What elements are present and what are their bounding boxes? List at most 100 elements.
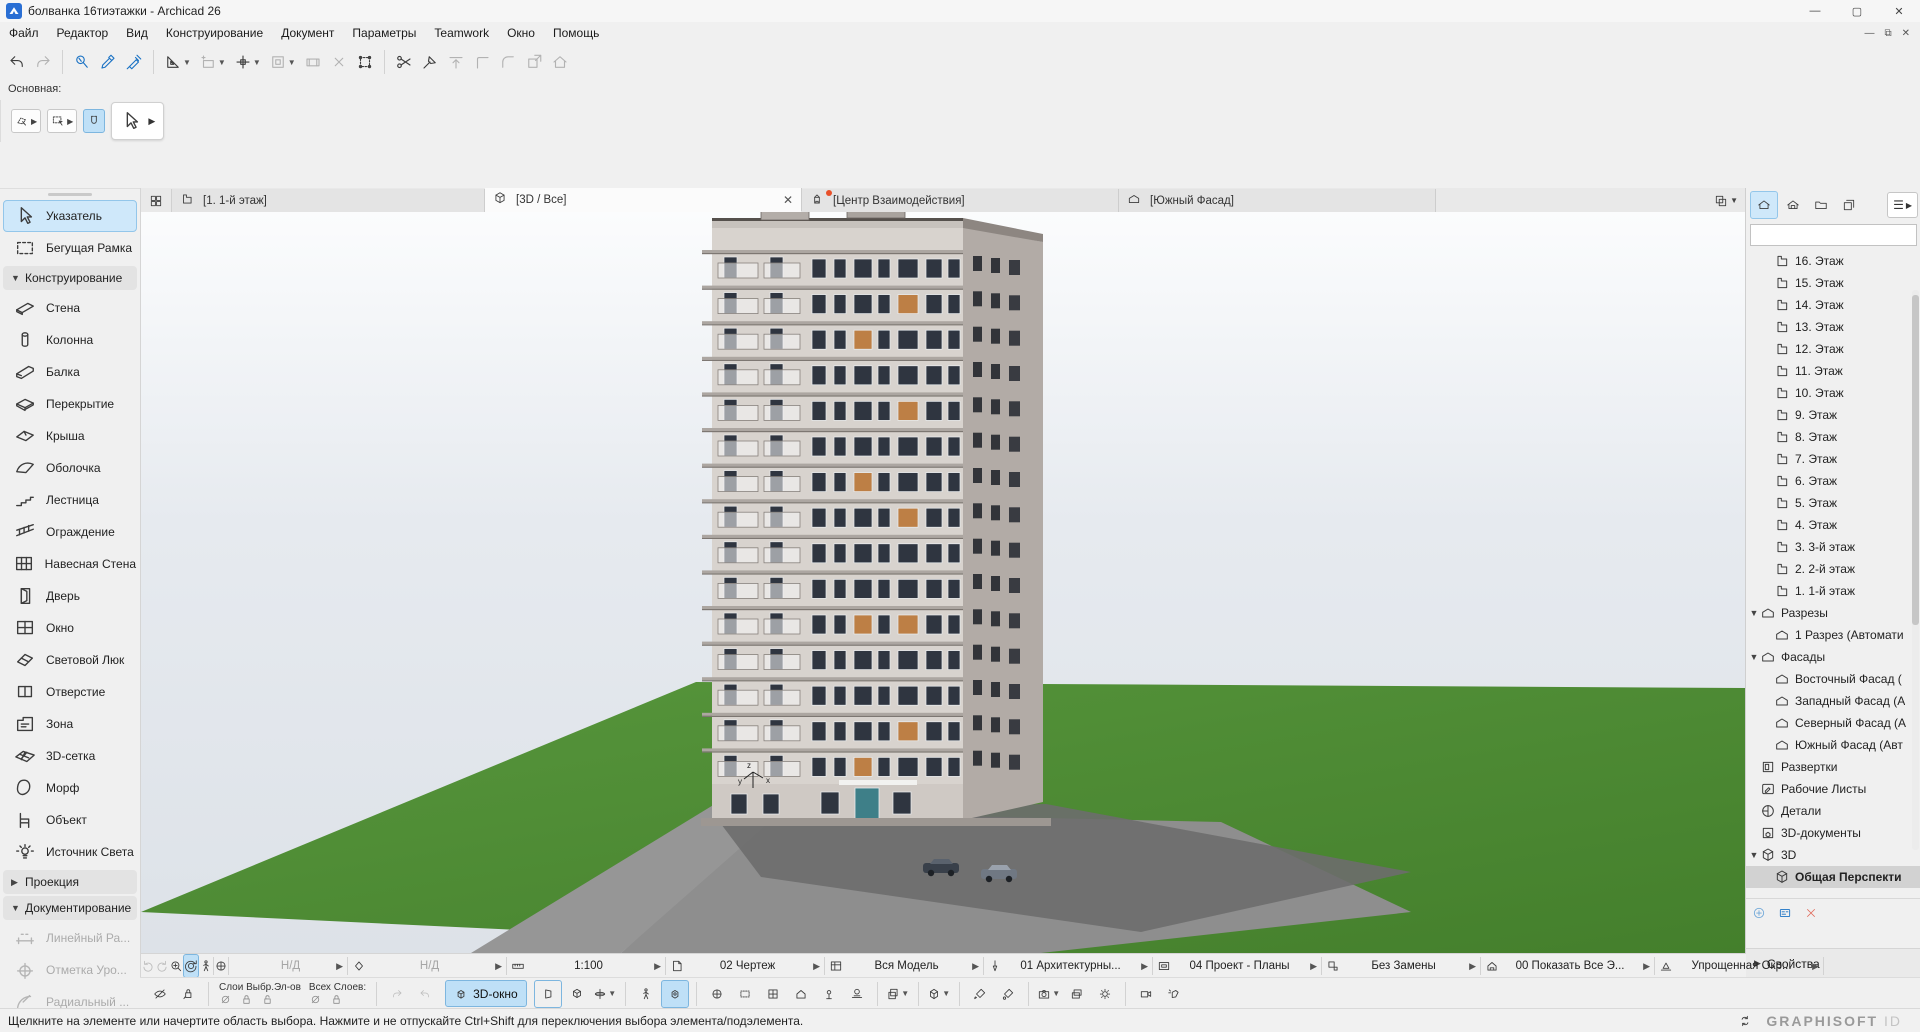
axo-icon-button[interactable] xyxy=(564,981,590,1007)
quick-option-Вся Модель[interactable]: Вся Модель▶ xyxy=(825,955,983,977)
3d-scene[interactable]: z y x xyxy=(141,212,1746,953)
menu-Teamwork[interactable]: Teamwork xyxy=(425,23,498,43)
sync-icon[interactable] xyxy=(1738,1014,1752,1028)
quick-option-1:100[interactable]: 1:100▶ xyxy=(507,955,665,977)
tab-[Южный Фасад][interactable]: [Южный Фасад] xyxy=(1119,189,1436,212)
navigator-menu-button[interactable]: ☰▶ xyxy=(1887,192,1918,218)
transform-icon-button[interactable] xyxy=(353,50,377,74)
toolbox-item-3D-сетка[interactable]: 3D-сетка xyxy=(3,740,137,772)
magnet-icon-button[interactable] xyxy=(83,109,105,133)
resize-icon-button[interactable] xyxy=(522,50,546,74)
toolbox-item-Отметка Уро...[interactable]: Отметка Уро... xyxy=(3,954,137,986)
sunstudy-icon-button[interactable] xyxy=(1092,981,1118,1007)
toolbox-item-Световой Люк[interactable]: Световой Люк xyxy=(3,644,137,676)
quick-option-01 Архитектурны...[interactable]: 01 Архитектурны...▶ xyxy=(984,955,1152,977)
orbit-icon-button[interactable] xyxy=(183,954,199,978)
quick-option-Без Замены[interactable]: Без Замены▶ xyxy=(1322,955,1480,977)
tab-list-button[interactable]: ▼ xyxy=(1714,189,1738,212)
menu-Вид[interactable]: Вид xyxy=(117,23,157,43)
camera-icon-button[interactable]: ▼ xyxy=(1036,981,1062,1007)
menu-Окно[interactable]: Окно xyxy=(498,23,544,43)
project-map-icon-button[interactable] xyxy=(1750,191,1778,219)
toolbox-item-Колонна[interactable]: Колонна xyxy=(3,324,137,356)
lock-walk-icon-button[interactable] xyxy=(175,981,201,1007)
quick-option-Н/Д[interactable]: Н/Д▶ xyxy=(348,955,506,977)
brushdrop-icon-button[interactable] xyxy=(995,981,1021,1007)
eyedropper-icon-button[interactable] xyxy=(96,50,120,74)
toolbox-item-Дверь[interactable]: Дверь xyxy=(3,580,137,612)
chevron-down-icon[interactable]: ▼ xyxy=(1748,850,1760,860)
unlock-icon[interactable] xyxy=(261,993,274,1006)
syringe-icon-button[interactable] xyxy=(122,50,146,74)
frame-icon-button[interactable]: ▼ xyxy=(266,50,299,74)
toolbox-item-Перекрытие[interactable]: Перекрытие xyxy=(3,388,137,420)
tree-item-Восточный Фасад ([interactable]: Восточный Фасад ( xyxy=(1746,668,1920,690)
lock-icon[interactable] xyxy=(330,993,343,1006)
tree-item-1. 1-й этаж[interactable]: 1. 1-й этаж xyxy=(1746,580,1920,602)
tree-item-3D[interactable]: ▼3D xyxy=(1746,844,1920,866)
videocam-icon-button[interactable] xyxy=(1133,981,1159,1007)
explore-icon-button[interactable] xyxy=(661,980,689,1008)
scissors-icon-button[interactable] xyxy=(392,50,416,74)
marquee3d-icon-button[interactable] xyxy=(732,981,758,1007)
redo-icon-button[interactable] xyxy=(384,981,410,1007)
copy-icon-button[interactable]: ▼ xyxy=(885,981,911,1007)
quick-option-02 Чертеж[interactable]: 02 Чертеж▶ xyxy=(666,955,824,977)
camlevel-icon-button[interactable] xyxy=(816,981,842,1007)
tree-item-12. Этаж[interactable]: 12. Этаж xyxy=(1746,338,1920,360)
3d-window-button[interactable]: 3D-окно xyxy=(445,980,527,1007)
grid3d-icon-button[interactable] xyxy=(704,981,730,1007)
toolbox-section-Документирование[interactable]: ▼Документирование xyxy=(3,896,137,920)
toolbox-item-Окно[interactable]: Окно xyxy=(3,612,137,644)
doc-win-control-2[interactable]: ✕ xyxy=(1902,28,1910,39)
tab-overview-button[interactable] xyxy=(141,189,172,212)
fillet-icon-button[interactable] xyxy=(496,50,520,74)
maximize-icon[interactable]: ▢ xyxy=(1836,0,1878,22)
render-icon-button[interactable] xyxy=(1161,981,1187,1007)
tree-item-Рабочие Листы[interactable]: Рабочие Листы xyxy=(1746,778,1920,800)
tab-[1. 1-й этаж][interactable]: [1. 1-й этаж] xyxy=(172,189,485,212)
tree-item-Фасады[interactable]: ▼Фасады xyxy=(1746,646,1920,668)
minimize-icon[interactable]: — xyxy=(1794,0,1836,22)
panel-drag-handle[interactable] xyxy=(48,193,92,196)
doc-win-control-1[interactable]: ⧉ xyxy=(1884,28,1891,39)
building[interactable] xyxy=(701,212,1051,826)
tab-[3D / Все][interactable]: [3D / Все]✕ xyxy=(485,188,802,212)
back-icon-button[interactable] xyxy=(141,955,155,977)
section3d-icon-button[interactable] xyxy=(760,981,786,1007)
toolbox-item-Ограждение[interactable]: Ограждение xyxy=(3,516,137,548)
tree-item-4. Этаж[interactable]: 4. Этаж xyxy=(1746,514,1920,536)
orbit3d-icon-button[interactable]: ▼ xyxy=(592,981,618,1007)
undo-icon-button[interactable] xyxy=(412,981,438,1007)
search-input[interactable] xyxy=(1751,229,1916,241)
pointer-icon-main-button[interactable]: ▶ xyxy=(111,102,164,140)
tree-item-Развертки[interactable]: Развертки xyxy=(1746,756,1920,778)
trim-icon-button[interactable] xyxy=(418,50,442,74)
zoom-select-icon-button[interactable] xyxy=(70,50,94,74)
toolbox-item-Крыша[interactable]: Крыша xyxy=(3,420,137,452)
toolbox-item-Объект[interactable]: Объект xyxy=(3,804,137,836)
tree-item-13. Этаж[interactable]: 13. Этаж xyxy=(1746,316,1920,338)
lasso-select-icon-button[interactable]: ▶ xyxy=(11,109,41,133)
toolbox-item-Балка[interactable]: Балка xyxy=(3,356,137,388)
home-icon-button[interactable] xyxy=(548,50,572,74)
quick-option-Упрощенная Окр...[interactable]: Упрощенная Окр...▶ xyxy=(1655,955,1823,977)
walk-icon-button[interactable] xyxy=(633,981,659,1007)
quick-option-00 Показать Все Э...[interactable]: 00 Показать Все Э...▶ xyxy=(1481,955,1654,977)
capture-icon-button[interactable] xyxy=(1064,981,1090,1007)
tree-item-14. Этаж[interactable]: 14. Этаж xyxy=(1746,294,1920,316)
toolbox-item-Зона[interactable]: Зона xyxy=(3,708,137,740)
view-map-icon-button[interactable] xyxy=(1780,192,1806,218)
setsquare-icon-button[interactable]: ▼ xyxy=(161,50,194,74)
toolbox-item-Лестница[interactable]: Лестница xyxy=(3,484,137,516)
toolbox-section-Проекция[interactable]: ▶Проекция xyxy=(3,870,137,894)
undo-icon-button[interactable] xyxy=(5,50,29,74)
tree-item-7. Этаж[interactable]: 7. Этаж xyxy=(1746,448,1920,470)
forward-icon-button[interactable] xyxy=(155,955,169,977)
align-icon-button[interactable] xyxy=(444,50,468,74)
toolbox-item-Бегущая Рамка[interactable]: Бегущая Рамка xyxy=(3,232,137,264)
toolbox-item-Навесная Стена[interactable]: Навесная Стена xyxy=(3,548,137,580)
toolbox-item-Радиальный ...[interactable]: Радиальный ... xyxy=(3,986,137,1009)
tree-item-Разрезы[interactable]: ▼Разрезы xyxy=(1746,602,1920,624)
toolbox-item-Линейный Ра...[interactable]: Линейный Ра... xyxy=(3,922,137,954)
